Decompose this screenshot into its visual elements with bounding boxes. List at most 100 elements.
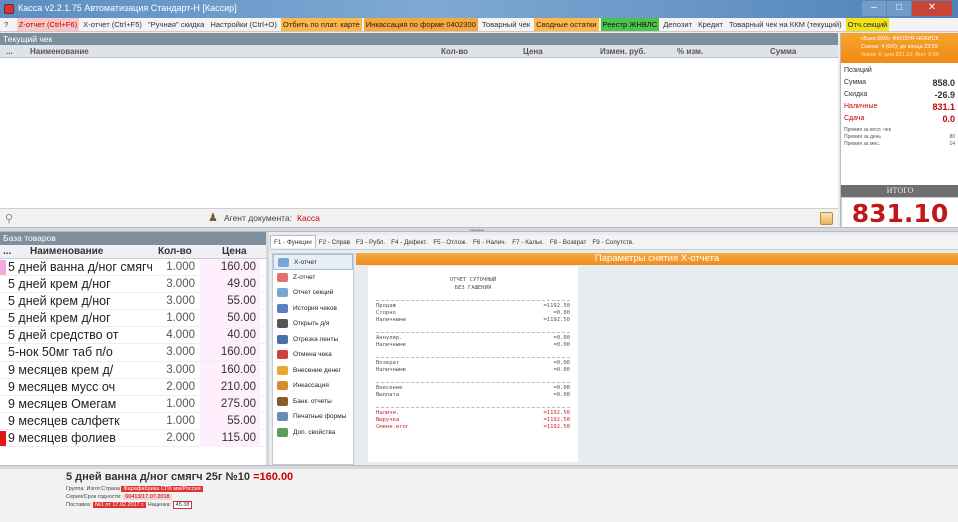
search-icon[interactable]: ⚲ bbox=[5, 212, 13, 225]
function-menu-item[interactable]: История чеков bbox=[273, 301, 353, 317]
agent-label: Агент документа: bbox=[224, 213, 293, 223]
function-tab[interactable]: F5 - Отлож. bbox=[430, 236, 470, 249]
maximize-button[interactable]: □ bbox=[887, 1, 911, 16]
help-menu[interactable]: ? bbox=[0, 18, 12, 31]
function-tab[interactable]: F8 - Возврат bbox=[547, 236, 590, 249]
col-sum[interactable]: Сумма bbox=[770, 47, 796, 56]
shift-info-line2: Смена: 4 (0/0); до конца 23:59 bbox=[861, 44, 938, 50]
product-list: 5 дней ванна д/ног смягч 25г №10 1.000 160… bbox=[0, 259, 266, 465]
function-tab[interactable]: F7 - Кальк. bbox=[509, 236, 547, 249]
report-row: Возврат =0.00 bbox=[376, 360, 570, 367]
function-tab[interactable]: F6 - Налич. bbox=[470, 236, 509, 249]
function-menu-item[interactable]: X-отчет bbox=[273, 254, 353, 270]
product-row[interactable]: 5-нок 50мг таб п/о 3.000 160.00 bbox=[0, 344, 266, 362]
col-dots[interactable]: ... bbox=[3, 246, 11, 257]
col-change-pct[interactable]: % изм. bbox=[677, 47, 703, 56]
report-divider bbox=[376, 407, 570, 408]
function-menu-label: Банк. отчеты bbox=[293, 397, 332, 405]
product-row[interactable]: 5 дней ванна д/ног смягч 25г №10 1.000 160… bbox=[0, 259, 266, 277]
function-menu-item[interactable]: Отчет секций bbox=[273, 285, 353, 301]
product-row[interactable]: 9 месяцев мусс оч 2.000 210.00 bbox=[0, 378, 266, 396]
product-row[interactable]: 9 месяцев крем д/3.000 160.00 bbox=[0, 361, 266, 379]
col-change-rub[interactable]: Измен. руб. bbox=[600, 47, 646, 56]
function-menu-item[interactable]: Инкассация bbox=[273, 378, 353, 394]
report-value: =0.00 bbox=[553, 335, 570, 341]
product-row[interactable]: 5 дней крем д/ног 3.000 55.00 bbox=[0, 293, 266, 311]
function-tab[interactable]: F1 - Функции bbox=[270, 235, 316, 248]
product-row[interactable]: 5 дней крем д/ног 3.000 49.00 bbox=[0, 276, 266, 294]
cash-value: 831.1 bbox=[932, 102, 955, 112]
total-label: ИТОГО bbox=[841, 185, 958, 197]
bag-icon bbox=[277, 381, 288, 390]
col-qty[interactable]: Кол-во bbox=[158, 246, 192, 257]
options-button[interactable] bbox=[820, 212, 833, 225]
report-label: Возврат bbox=[376, 360, 400, 366]
menu-item[interactable]: Реестр ЖНВЛС bbox=[600, 18, 660, 31]
function-menu-label: Отмена чека bbox=[293, 351, 332, 358]
col-qty[interactable]: Кол-во bbox=[441, 47, 468, 56]
menu-item[interactable]: Товарный чек на ККМ (текущий) bbox=[727, 18, 844, 31]
function-menu-item[interactable]: Z-отчет bbox=[273, 270, 353, 286]
agent-value[interactable]: Касса bbox=[297, 213, 320, 223]
menu-item[interactable]: Депозит bbox=[661, 18, 694, 31]
row-marker bbox=[0, 311, 6, 326]
function-menu-item[interactable]: Доп. свойства bbox=[273, 425, 353, 441]
menu-item[interactable]: "Ручная" скидка bbox=[146, 18, 206, 31]
col-name[interactable]: Наименование bbox=[30, 47, 89, 56]
function-menu-item[interactable]: Отрезка ленты bbox=[273, 332, 353, 348]
function-menu-item[interactable]: Внесение денег bbox=[273, 363, 353, 379]
row-marker bbox=[0, 294, 6, 309]
product-row[interactable]: 5 дней средство от 4.000 40.00 bbox=[0, 327, 266, 345]
history-icon bbox=[277, 303, 288, 313]
report-value: =0.00 bbox=[553, 367, 570, 373]
product-row[interactable]: 5 дней крем д/ног 1.000 50.00 bbox=[0, 310, 266, 328]
vertical-splitter[interactable] bbox=[266, 232, 269, 465]
cash-row: Наличные 831.1 bbox=[844, 102, 955, 115]
menu-item[interactable]: Товарный чек bbox=[480, 18, 532, 31]
function-tab[interactable]: F9 - Сопутств. bbox=[589, 236, 637, 249]
function-tab[interactable]: F3 - Рубл. bbox=[353, 236, 388, 249]
minimize-button[interactable]: – bbox=[862, 1, 886, 16]
change-value: 0.0 bbox=[942, 114, 955, 124]
close-button[interactable]: ✕ bbox=[912, 1, 952, 16]
sum-label: Сумма bbox=[844, 79, 866, 86]
total-value: 831.10 bbox=[841, 197, 958, 229]
report-value: =0.00 bbox=[553, 342, 570, 348]
product-row[interactable]: 9 месяцев Омегам 1.000 275.00 bbox=[0, 395, 266, 413]
menu-item[interactable]: Отбить по плат. карте bbox=[280, 18, 362, 31]
menu-item[interactable]: Настройки (Ctrl+O) bbox=[208, 18, 279, 31]
col-price[interactable]: Цена bbox=[523, 47, 543, 56]
x-report-preview: ОТЧЕТ СУТОЧНЫЙ БЕЗ ГАШЕНИЯ Продаж =1192.5… bbox=[368, 266, 578, 462]
report-value: =1192.50 bbox=[543, 410, 571, 416]
receipt-lines-area[interactable] bbox=[0, 58, 838, 208]
positions-label: Позиций bbox=[844, 67, 872, 74]
function-tab[interactable]: F4 - Дефект. bbox=[388, 236, 430, 249]
scissors-icon bbox=[277, 334, 288, 344]
function-menu-item[interactable]: Печатные формы bbox=[273, 409, 353, 425]
product-row[interactable]: 9 месяцев салфетк 1.000 55.00 bbox=[0, 412, 266, 430]
function-menu-label: История чеков bbox=[293, 304, 337, 312]
report-label: Наличными bbox=[376, 317, 406, 323]
product-row[interactable]: 9 месяцев фолиев 2.000 115.00 bbox=[0, 429, 266, 448]
menu-item[interactable]: Z-отчет (Ctrl+F6) bbox=[16, 18, 80, 31]
col-name[interactable]: Наименование bbox=[30, 246, 103, 257]
function-menu-item[interactable]: Открыть д/я bbox=[273, 316, 353, 332]
function-menu-item[interactable]: Отмена чека bbox=[273, 347, 353, 363]
function-tab[interactable]: F2 - Справ bbox=[316, 236, 353, 249]
product-price: 50.00 bbox=[200, 310, 260, 328]
menu-item[interactable]: Сводные остатки bbox=[534, 18, 599, 31]
menu-bar: ? Z-отчет (Ctrl+F6) X-отчет (Ctrl+F5) "Руч… bbox=[0, 18, 958, 32]
col-price[interactable]: Цена bbox=[222, 246, 247, 257]
product-name: 5-нок 50мг таб п/о bbox=[8, 345, 113, 360]
function-menu-item[interactable]: Банк. отчеты bbox=[273, 394, 353, 410]
title-bar: Касса v2.2.1.75 Автоматизация Стандарт-Н… bbox=[0, 0, 958, 18]
receipt-column-headers: ... Наименование Кол-во Цена Измен. руб.… bbox=[0, 45, 838, 58]
product-qty: 1.000 bbox=[166, 414, 195, 427]
group-label: Группа: bbox=[66, 486, 85, 492]
menu-item[interactable]: Отч.секций bbox=[845, 18, 890, 31]
menu-item[interactable]: X-отчет (Ctrl+F5) bbox=[81, 18, 144, 31]
menu-item[interactable]: Инкассация по форме 0402300 bbox=[363, 18, 478, 31]
menu-item[interactable]: Кредит bbox=[696, 18, 725, 31]
col-dots[interactable]: ... bbox=[6, 47, 13, 56]
row-marker bbox=[0, 260, 6, 275]
